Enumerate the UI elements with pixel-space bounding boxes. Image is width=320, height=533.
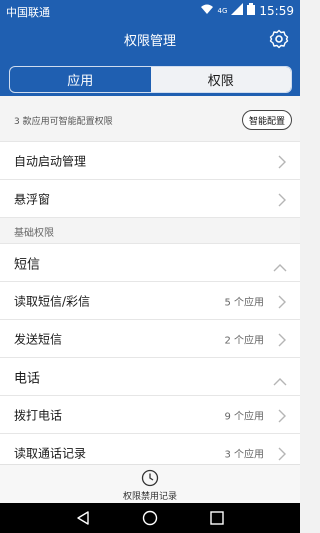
list-item-autostart[interactable]: 自动启动管理 xyxy=(0,142,300,180)
list-item-read-call-log[interactable]: 读取通话记录 3 个应用 xyxy=(0,434,300,464)
system-nav-bar xyxy=(0,503,300,533)
chevron-right-icon xyxy=(277,332,287,346)
section-title: 基础权限 xyxy=(14,228,54,239)
chevron-right-icon xyxy=(277,154,287,168)
group-header-sms[interactable]: 短信 xyxy=(0,244,300,282)
home-icon[interactable] xyxy=(142,510,158,526)
list-item-send-sms[interactable]: 发送短信 2 个应用 xyxy=(0,320,300,358)
list-item-label: 自动启动管理 xyxy=(14,154,87,168)
status-bar: 中国联通 4G 15:59 xyxy=(0,0,300,22)
app-count: 2 个应用 xyxy=(224,335,264,346)
section-header: 基础权限 xyxy=(0,218,300,244)
list-item-floating-window[interactable]: 悬浮窗 xyxy=(0,180,300,218)
tab-apps[interactable]: 应用 xyxy=(10,67,151,92)
group-title: 电话 xyxy=(14,371,41,386)
segmented-control: 应用 权限 xyxy=(9,66,292,93)
list-item-label: 读取通话记录 xyxy=(14,446,87,460)
smart-config-banner: 3 款应用可智能配置权限 智能配置 xyxy=(0,96,300,142)
permission-history-button[interactable]: 权限禁用记录 xyxy=(0,464,300,503)
app-count: 3 个应用 xyxy=(224,449,264,460)
gear-icon[interactable] xyxy=(269,29,289,49)
signal-icon xyxy=(231,3,244,18)
header-bar: 中国联通 4G 15:59 权限管理 应用 权限 xyxy=(0,0,300,96)
chevron-right-icon xyxy=(277,192,287,206)
chevron-right-icon xyxy=(277,408,287,422)
group-title: 短信 xyxy=(14,257,41,272)
chevron-right-icon xyxy=(277,446,287,460)
group-header-phone[interactable]: 电话 xyxy=(0,358,300,396)
chevron-up-icon xyxy=(273,372,287,385)
page-title: 权限管理 xyxy=(123,34,176,49)
chevron-right-icon xyxy=(277,294,287,308)
clock-time: 15:59 xyxy=(259,3,294,18)
app-count: 9 个应用 xyxy=(224,411,264,422)
list-item-make-call[interactable]: 拨打电话 9 个应用 xyxy=(0,396,300,434)
chevron-up-icon xyxy=(273,258,287,271)
tab-permissions[interactable]: 权限 xyxy=(150,67,291,92)
smart-config-button[interactable]: 智能配置 xyxy=(242,110,292,130)
list-item-label: 拨打电话 xyxy=(14,408,63,422)
back-icon[interactable] xyxy=(75,510,91,526)
list-item-label: 发送短信 xyxy=(14,332,63,346)
app-count: 5 个应用 xyxy=(224,297,264,308)
list-item-label: 读取短信/彩信 xyxy=(14,294,91,308)
smart-config-text: 3 款应用可智能配置权限 xyxy=(14,117,113,127)
permissions-list: 3 款应用可智能配置权限 智能配置 自动启动管理 悬浮窗 基础权限 短信 读取短… xyxy=(0,96,300,464)
list-item-label: 悬浮窗 xyxy=(14,192,51,206)
clock-icon xyxy=(141,469,159,487)
permission-history-label: 权限禁用记录 xyxy=(122,492,177,502)
network-label: 4G xyxy=(217,6,228,15)
carrier-label: 中国联通 xyxy=(6,6,50,19)
wifi-icon xyxy=(200,3,214,18)
list-item-read-sms[interactable]: 读取短信/彩信 5 个应用 xyxy=(0,282,300,320)
recents-icon[interactable] xyxy=(209,510,225,526)
battery-icon xyxy=(247,3,256,18)
